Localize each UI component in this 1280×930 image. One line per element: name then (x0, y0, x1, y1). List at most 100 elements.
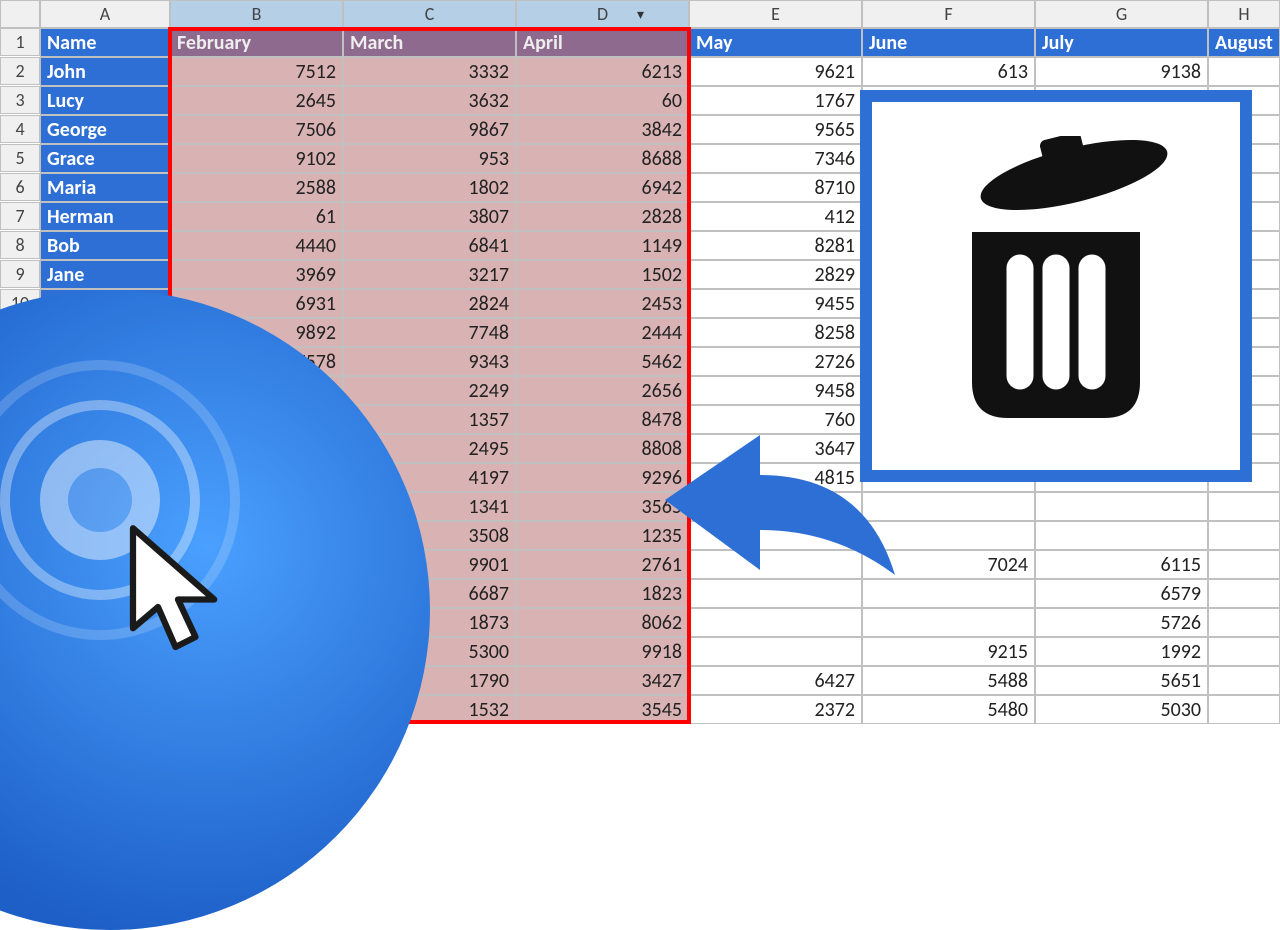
cell-A8[interactable]: Bob (40, 231, 170, 260)
row-header-6[interactable]: 6 (0, 173, 40, 201)
cell-E9[interactable]: 2829 (689, 260, 862, 289)
cell-E5[interactable]: 7346 (689, 144, 862, 173)
cell-A3[interactable]: Lucy (40, 86, 170, 115)
cell-D5[interactable]: 8688 (516, 144, 689, 173)
cell-B2[interactable]: 7512 (170, 57, 343, 86)
cell-D8[interactable]: 1149 (516, 231, 689, 260)
cell-D2[interactable]: 6213 (516, 57, 689, 86)
row-header-1[interactable]: 1 (0, 28, 40, 56)
header-cell-D[interactable]: April (516, 28, 689, 57)
column-header-D[interactable]: D (516, 0, 689, 28)
cell-E23[interactable]: 6427 (689, 666, 862, 695)
row-header-2[interactable]: 2 (0, 57, 40, 85)
cell-H23[interactable] (1208, 666, 1280, 695)
cell-B5[interactable]: 9102 (170, 144, 343, 173)
cell-A4[interactable]: George (40, 115, 170, 144)
header-cell-H[interactable]: August (1208, 28, 1280, 57)
cell-C9[interactable]: 3217 (343, 260, 516, 289)
cell-G22[interactable]: 1992 (1035, 637, 1208, 666)
cell-D22[interactable]: 9918 (516, 637, 689, 666)
cell-D4[interactable]: 3842 (516, 115, 689, 144)
cell-F2[interactable]: 613 (862, 57, 1035, 86)
cell-F22[interactable]: 9215 (862, 637, 1035, 666)
cell-D3[interactable]: 60 (516, 86, 689, 115)
header-cell-F[interactable]: June (862, 28, 1035, 57)
column-header-C[interactable]: C (343, 0, 516, 28)
cell-A5[interactable]: Grace (40, 144, 170, 173)
cell-C13[interactable]: 2249 (343, 376, 516, 405)
row-header-4[interactable]: 4 (0, 115, 40, 143)
column-header-G[interactable]: G (1035, 0, 1208, 28)
cell-C12[interactable]: 9343 (343, 347, 516, 376)
cell-E22[interactable] (689, 637, 862, 666)
cell-E10[interactable]: 9455 (689, 289, 862, 318)
cell-D7[interactable]: 2828 (516, 202, 689, 231)
cell-C3[interactable]: 3632 (343, 86, 516, 115)
cell-H18[interactable] (1208, 521, 1280, 550)
cell-D12[interactable]: 5462 (516, 347, 689, 376)
select-all-corner[interactable] (0, 0, 40, 28)
cell-E2[interactable]: 9621 (689, 57, 862, 86)
header-cell-C[interactable]: March (343, 28, 516, 57)
cell-D6[interactable]: 6942 (516, 173, 689, 202)
cell-A6[interactable]: Maria (40, 173, 170, 202)
row-header-5[interactable]: 5 (0, 144, 40, 172)
cell-G18[interactable] (1035, 521, 1208, 550)
cell-D15[interactable]: 8808 (516, 434, 689, 463)
cell-F21[interactable] (862, 608, 1035, 637)
row-header-8[interactable]: 8 (0, 231, 40, 259)
cell-F23[interactable]: 5488 (862, 666, 1035, 695)
cell-H2[interactable] (1208, 57, 1280, 86)
cell-D20[interactable]: 1823 (516, 579, 689, 608)
cell-A9[interactable]: Jane (40, 260, 170, 289)
cell-E3[interactable]: 1767 (689, 86, 862, 115)
cell-G17[interactable] (1035, 492, 1208, 521)
cell-D11[interactable]: 2444 (516, 318, 689, 347)
cell-G23[interactable]: 5651 (1035, 666, 1208, 695)
header-cell-B[interactable]: February (170, 28, 343, 57)
cell-C2[interactable]: 3332 (343, 57, 516, 86)
cell-C5[interactable]: 953 (343, 144, 516, 173)
column-header-E[interactable]: E (689, 0, 862, 28)
cell-D19[interactable]: 2761 (516, 550, 689, 579)
cell-C4[interactable]: 9867 (343, 115, 516, 144)
cell-H19[interactable] (1208, 550, 1280, 579)
row-header-7[interactable]: 7 (0, 202, 40, 230)
cell-G20[interactable]: 6579 (1035, 579, 1208, 608)
cell-D10[interactable]: 2453 (516, 289, 689, 318)
row-header-9[interactable]: 9 (0, 260, 40, 288)
cell-C7[interactable]: 3807 (343, 202, 516, 231)
cell-C6[interactable]: 1802 (343, 173, 516, 202)
cell-H17[interactable] (1208, 492, 1280, 521)
cell-D21[interactable]: 8062 (516, 608, 689, 637)
cell-B8[interactable]: 4440 (170, 231, 343, 260)
cell-E13[interactable]: 9458 (689, 376, 862, 405)
column-header-F[interactable]: F (862, 0, 1035, 28)
cell-C11[interactable]: 7748 (343, 318, 516, 347)
row-header-3[interactable]: 3 (0, 86, 40, 114)
cell-E21[interactable] (689, 608, 862, 637)
header-cell-G[interactable]: July (1035, 28, 1208, 57)
cell-D13[interactable]: 2656 (516, 376, 689, 405)
cell-D14[interactable]: 8478 (516, 405, 689, 434)
cell-D9[interactable]: 1502 (516, 260, 689, 289)
cell-E8[interactable]: 8281 (689, 231, 862, 260)
cell-A7[interactable]: Herman (40, 202, 170, 231)
cell-E7[interactable]: 412 (689, 202, 862, 231)
header-cell-A[interactable]: Name (40, 28, 170, 57)
cell-H21[interactable] (1208, 608, 1280, 637)
column-header-H[interactable]: H (1208, 0, 1280, 28)
cell-E4[interactable]: 9565 (689, 115, 862, 144)
cell-B4[interactable]: 7506 (170, 115, 343, 144)
cell-C10[interactable]: 2824 (343, 289, 516, 318)
cell-A2[interactable]: John (40, 57, 170, 86)
cell-H20[interactable] (1208, 579, 1280, 608)
cell-H22[interactable] (1208, 637, 1280, 666)
cell-G2[interactable]: 9138 (1035, 57, 1208, 86)
column-header-A[interactable]: A (40, 0, 170, 28)
cell-B7[interactable]: 61 (170, 202, 343, 231)
cell-D16[interactable]: 9296 (516, 463, 689, 492)
cell-B6[interactable]: 2588 (170, 173, 343, 202)
cell-E12[interactable]: 2726 (689, 347, 862, 376)
cell-D18[interactable]: 1235 (516, 521, 689, 550)
